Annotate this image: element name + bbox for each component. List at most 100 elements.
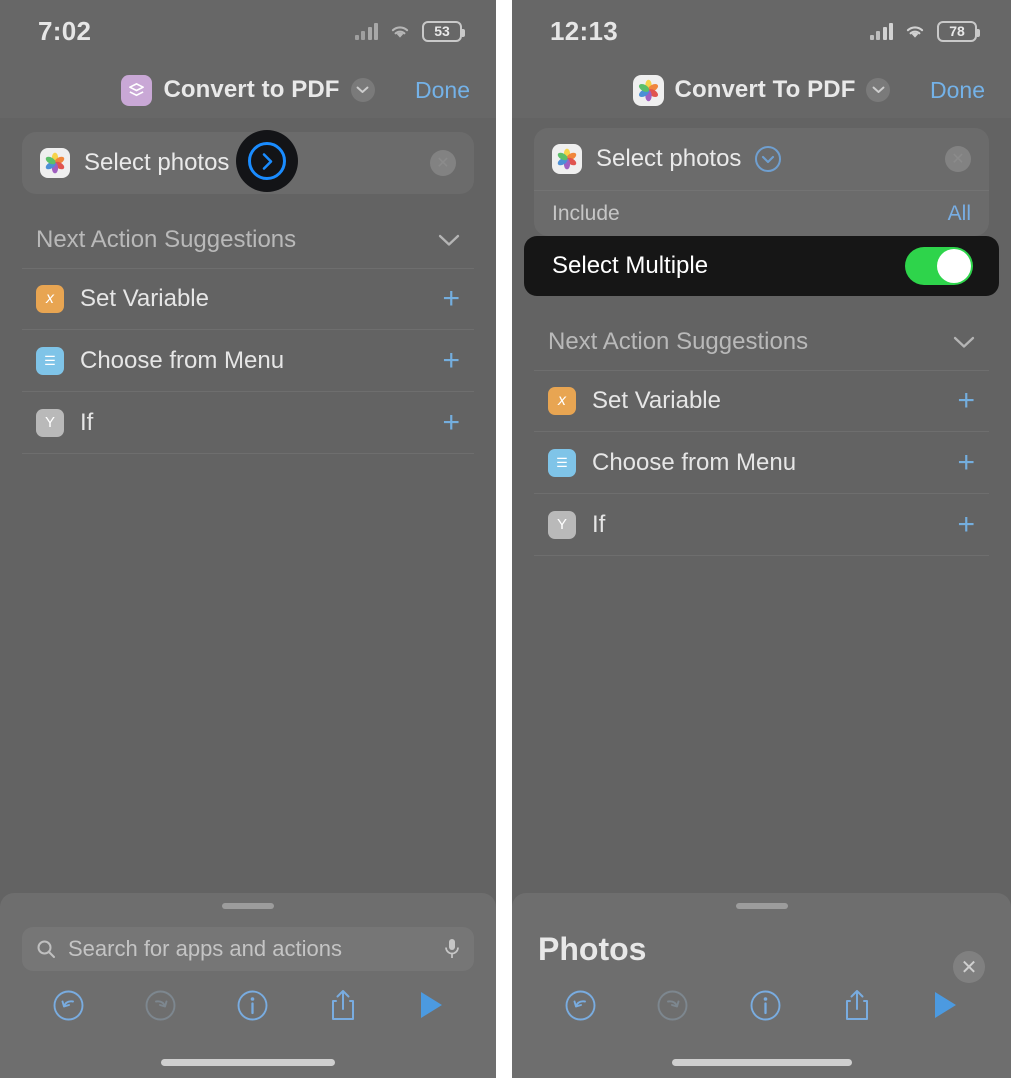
action-label: Select photos [84, 149, 230, 176]
undo-icon[interactable] [52, 989, 85, 1022]
plus-icon[interactable]: + [957, 386, 975, 416]
info-icon[interactable] [749, 989, 782, 1022]
page-title: Convert To PDF [674, 76, 856, 103]
plus-icon[interactable]: + [442, 284, 460, 314]
suggestion-label: If [80, 408, 94, 436]
include-label: Include [552, 201, 620, 225]
battery-indicator: 53 [422, 20, 465, 42]
list-item[interactable]: ☰ Choose from Menu + [22, 330, 474, 392]
photos-icon [552, 144, 582, 174]
battery-indicator: 78 [937, 20, 980, 42]
suggestion-label: If [592, 510, 606, 538]
microphone-icon[interactable] [444, 938, 460, 960]
chevron-down-icon[interactable] [350, 78, 375, 102]
play-icon[interactable] [417, 989, 445, 1021]
suggestions-list: x Set Variable + ☰ Choose from Menu + Y … [534, 370, 989, 556]
x-circle-icon[interactable]: ✕ [945, 146, 971, 172]
redo-icon [657, 990, 688, 1020]
sheet-grabber[interactable] [222, 903, 274, 909]
screenshot-pair: 7:02 53 Convert to PDF Done Select photo… [0, 0, 1011, 1078]
branch-icon: Y [548, 510, 576, 539]
branch-icon: Y [36, 408, 64, 437]
photos-icon [40, 148, 70, 178]
status-indicators: 78 [869, 20, 980, 42]
plus-icon[interactable]: + [442, 407, 460, 438]
select-photos-action-row[interactable]: Select photos ✕ [534, 128, 989, 190]
shortcuts-icon [121, 74, 153, 106]
list-item[interactable]: Y If + [22, 392, 474, 454]
cellular-bars-icon [354, 22, 378, 40]
plus-icon[interactable]: + [442, 345, 460, 376]
action-card: Select photos ✕ Include All [534, 128, 989, 236]
select-multiple-toggle[interactable] [905, 247, 973, 285]
battery-percent: 53 [434, 23, 450, 39]
suggestion-label: Set Variable [592, 387, 721, 414]
action-library-sheet: Search for apps and actions [0, 893, 496, 1078]
chevron-down-icon[interactable] [866, 78, 891, 102]
menu-icon: ☰ [36, 346, 64, 375]
suggestions-title: Next Action Suggestions [548, 328, 809, 355]
chevron-down-icon[interactable] [438, 234, 460, 247]
select-multiple-row[interactable]: Select Multiple [524, 236, 999, 296]
variable-icon: x [36, 285, 64, 313]
suggestion-label: Set Variable [80, 285, 209, 312]
include-value[interactable]: All [948, 202, 971, 226]
cellular-bars-icon [869, 22, 893, 40]
disclosure-focus-highlight[interactable] [236, 130, 298, 192]
battery-percent: 78 [949, 23, 965, 39]
plus-icon[interactable]: + [957, 509, 975, 540]
home-indicator [671, 1059, 852, 1066]
suggestions-list: x Set Variable + ☰ Choose from Menu + Y … [22, 268, 474, 454]
sheet-title: Photos [538, 931, 647, 967]
photos-picker-sheet: Photos ✕ [512, 893, 1011, 1078]
menu-icon: ☰ [548, 448, 576, 477]
action-card: Select photos ✕ [22, 130, 474, 194]
search-input[interactable]: Search for apps and actions [22, 927, 474, 971]
left-phone-screen: 7:02 53 Convert to PDF Done Select photo… [0, 0, 496, 1078]
variable-icon: x [548, 387, 576, 415]
share-icon[interactable] [842, 988, 872, 1022]
list-item[interactable]: x Set Variable + [534, 370, 989, 432]
plus-icon[interactable]: + [957, 447, 975, 478]
home-indicator [161, 1059, 335, 1066]
panel-divider [496, 0, 512, 1078]
wifi-icon [391, 25, 409, 38]
chevron-down-icon[interactable] [953, 336, 975, 349]
status-indicators: 53 [354, 20, 465, 42]
play-icon[interactable] [931, 989, 959, 1021]
status-bar: 7:02 53 [0, 0, 496, 62]
search-icon [37, 940, 55, 958]
share-icon[interactable] [328, 988, 358, 1022]
page-title: Convert to PDF [163, 76, 340, 103]
bottom-toolbar [0, 974, 496, 1036]
list-item[interactable]: Y If + [534, 494, 989, 556]
done-button[interactable]: Done [415, 77, 470, 104]
suggestion-label: Choose from Menu [592, 448, 797, 476]
info-icon[interactable] [236, 989, 269, 1022]
right-phone-screen: 12:13 78 Convert To PDF Done Select phot… [512, 0, 1011, 1078]
photos-icon [632, 74, 664, 106]
action-label: Select photos [596, 145, 742, 172]
suggestions-header[interactable]: Next Action Suggestions [534, 314, 989, 370]
toggle-knob [937, 249, 971, 283]
include-row[interactable]: Include All [534, 190, 989, 236]
select-photos-action-row[interactable]: Select photos ✕ [22, 130, 474, 194]
chevron-down-circle-icon[interactable] [755, 146, 782, 172]
suggestion-label: Choose from Menu [80, 346, 285, 374]
x-circle-icon[interactable]: ✕ [430, 150, 456, 176]
suggestions-title: Next Action Suggestions [36, 226, 297, 253]
wifi-icon [906, 25, 924, 38]
status-clock: 7:02 [38, 15, 92, 46]
list-item[interactable]: x Set Variable + [22, 268, 474, 330]
nav-bar: Convert To PDF Done [512, 62, 1011, 118]
suggestions-header[interactable]: Next Action Suggestions [22, 212, 474, 268]
bottom-toolbar [512, 974, 1011, 1036]
nav-bar: Convert to PDF Done [0, 62, 496, 118]
list-item[interactable]: ☰ Choose from Menu + [534, 432, 989, 494]
select-multiple-label: Select Multiple [552, 252, 709, 279]
search-placeholder: Search for apps and actions [68, 936, 342, 961]
undo-icon[interactable] [564, 989, 597, 1022]
done-button[interactable]: Done [930, 77, 985, 104]
redo-icon [145, 990, 175, 1020]
status-clock: 12:13 [550, 15, 618, 46]
